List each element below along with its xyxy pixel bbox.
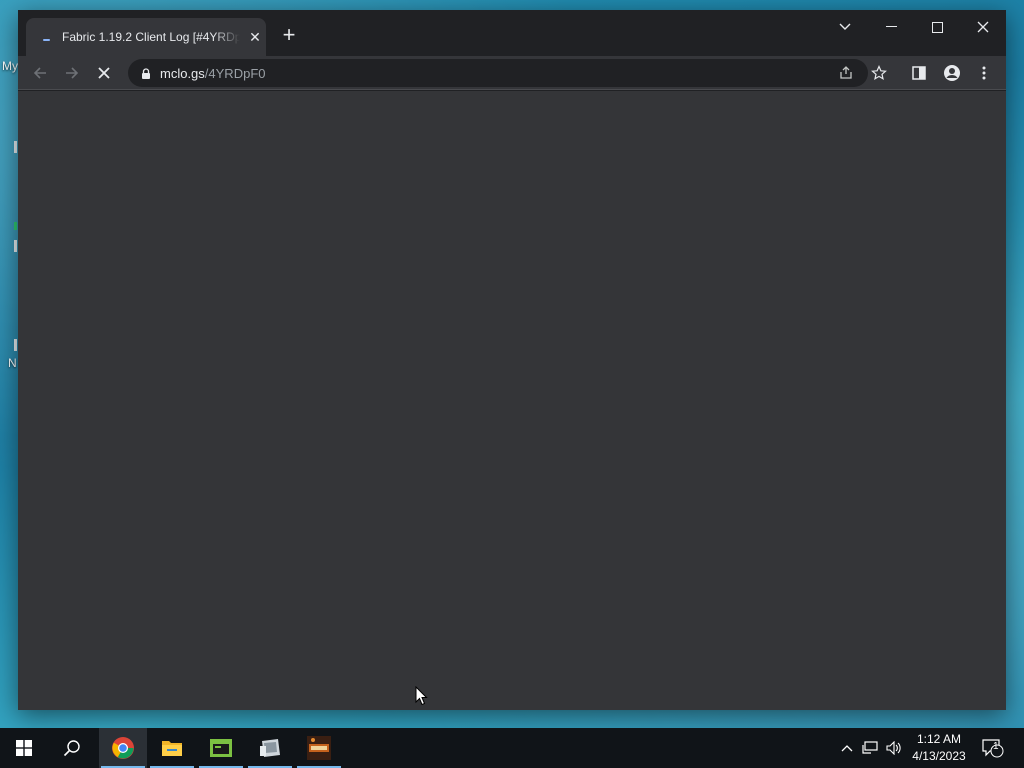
taskbar-chrome[interactable] <box>99 728 147 768</box>
tab-strip: Fabric 1.19.2 Client Log [#4YRDpF0] ✕ + <box>18 10 1006 56</box>
minimize-button[interactable] <box>871 14 911 40</box>
app-white-icon <box>260 739 280 757</box>
desktop-icon-fragment[interactable] <box>14 141 17 153</box>
side-panel-icon[interactable] <box>910 64 928 82</box>
url-host: mclo.gs <box>160 65 205 81</box>
stop-loading-button[interactable] <box>91 60 117 86</box>
tab-close-button[interactable]: ✕ <box>246 28 264 46</box>
bookmark-star-icon[interactable] <box>870 64 888 82</box>
chevron-up-icon <box>841 745 853 752</box>
desktop-icon-label[interactable]: N <box>8 356 17 370</box>
minimize-icon <box>885 26 897 27</box>
app-green-icon <box>210 739 232 757</box>
taskbar-app-white[interactable] <box>246 728 294 768</box>
close-window-button[interactable] <box>963 14 1003 40</box>
chrome-icon <box>112 737 134 759</box>
profile-avatar-icon[interactable] <box>943 64 961 82</box>
tray-overflow-button[interactable] <box>838 728 856 768</box>
taskbar: 1:12 AM 4/13/2023 1 <box>0 728 1024 768</box>
clock-date: 4/13/2023 <box>912 749 966 763</box>
tab-search-button[interactable] <box>825 14 865 40</box>
close-icon <box>977 21 989 33</box>
volume-button[interactable] <box>884 728 904 768</box>
tab-title: Fabric 1.19.2 Client Log [#4YRDpF0] <box>62 30 240 44</box>
taskbar-app-green[interactable] <box>197 728 245 768</box>
file-explorer-icon <box>162 741 182 756</box>
taskbar-game[interactable] <box>295 728 343 768</box>
url-path: /4YRDpF0 <box>204 65 266 81</box>
stop-icon <box>98 67 110 79</box>
maximize-button[interactable] <box>917 14 957 40</box>
desktop-icon-fragment[interactable] <box>14 339 17 351</box>
network-button[interactable] <box>860 728 880 768</box>
taskbar-file-explorer[interactable] <box>148 728 196 768</box>
browser-toolbar: mclo.gs/4YRDpF0 <box>18 56 1006 90</box>
page-content[interactable] <box>18 91 1006 710</box>
notification-count: 1 <box>993 741 999 752</box>
search-icon <box>63 740 80 757</box>
address-bar[interactable]: mclo.gs/4YRDpF0 <box>128 59 868 87</box>
browser-window: Fabric 1.19.2 Client Log [#4YRDpF0] ✕ + <box>18 10 1006 710</box>
arrow-left-icon <box>33 67 46 79</box>
lock-icon[interactable] <box>140 67 152 79</box>
tab-mclogs[interactable]: Fabric 1.19.2 Client Log [#4YRDpF0] ✕ <box>26 18 266 56</box>
chevron-down-icon <box>839 23 851 30</box>
windows-start-icon <box>16 740 32 756</box>
back-button[interactable] <box>27 60 53 86</box>
desktop-icon-label[interactable]: My <box>2 59 18 73</box>
taskbar-clock[interactable]: 1:12 AM 4/13/2023 <box>904 731 974 765</box>
more-menu-icon[interactable] <box>975 64 993 82</box>
mouse-cursor-icon <box>415 685 428 711</box>
desktop-icon-fragment[interactable] <box>14 222 17 230</box>
desktop-icon-fragment[interactable] <box>14 240 17 252</box>
taskbar-search-button[interactable] <box>48 728 96 768</box>
network-icon <box>862 741 878 754</box>
start-button[interactable] <box>0 728 48 768</box>
share-icon[interactable] <box>838 65 854 81</box>
arrow-right-icon <box>66 67 79 79</box>
loading-favicon-icon <box>40 29 56 45</box>
maximize-icon <box>931 21 943 33</box>
volume-icon <box>886 741 901 755</box>
clock-time: 1:12 AM <box>916 732 962 746</box>
forward-button[interactable] <box>59 60 85 86</box>
notification-center-button[interactable]: 1 <box>980 728 1006 768</box>
new-tab-button[interactable]: + <box>277 24 301 48</box>
game-icon <box>307 736 331 760</box>
